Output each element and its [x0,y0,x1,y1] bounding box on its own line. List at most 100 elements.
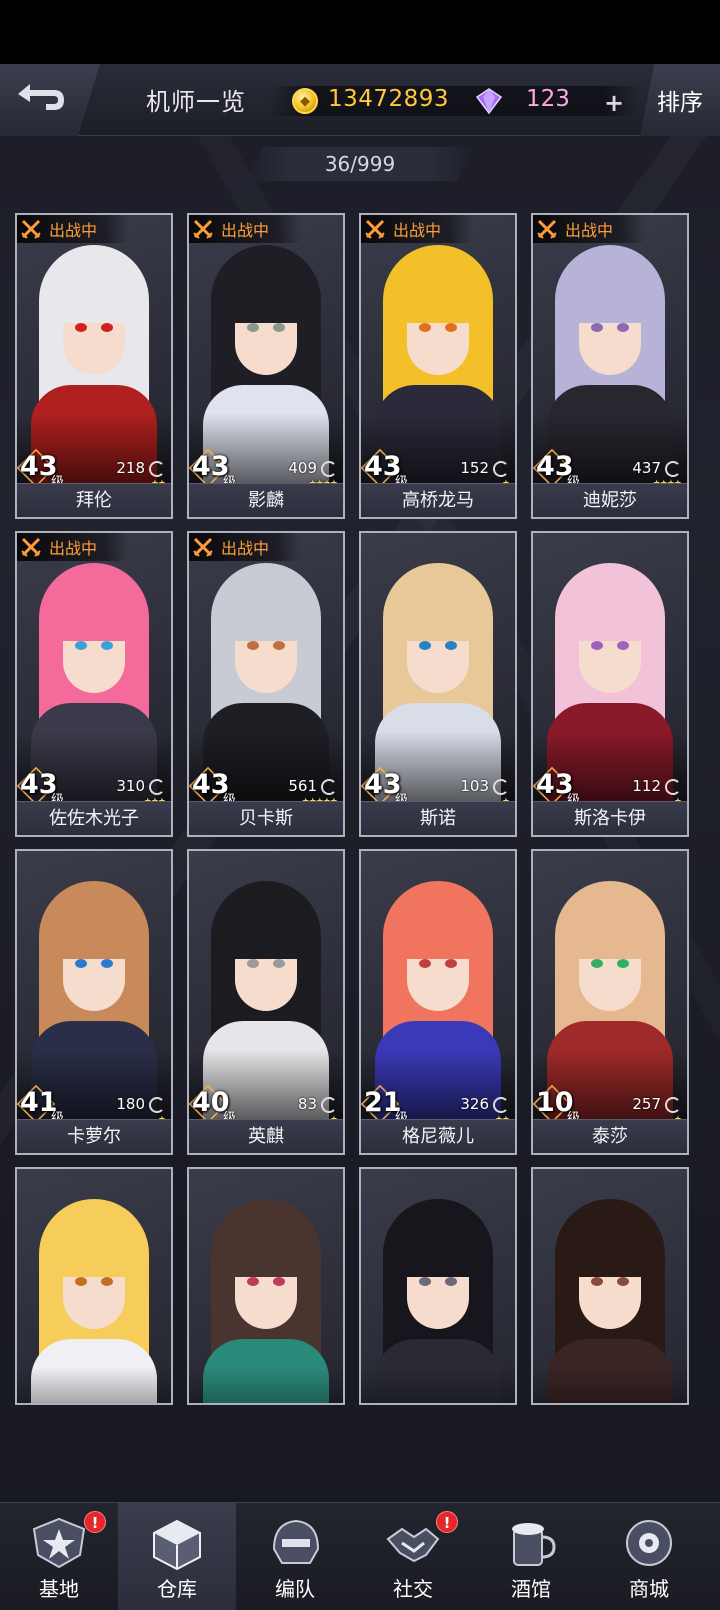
in-battle-label: 出战中 [49,539,98,558]
crossed-swords-icon [189,215,217,243]
pilot-power: 561 [288,777,317,795]
in-battle-tag: 出战中 [189,533,301,561]
in-battle-tag: 出战中 [17,533,129,561]
pilot-name: 佐佐木光子 [17,801,171,835]
nav-tab-label: 商城 [629,1577,669,1601]
top-bar: 机师一览 ◆ 13472893 123 + 排序 [0,64,720,136]
crossed-swords-icon [189,533,217,561]
pilot-power: 310 [116,777,145,795]
in-battle-tag: 出战中 [361,215,473,243]
coin-count: 13472893 [328,86,450,112]
nav-tab-label: 编队 [275,1577,315,1601]
pilot-portrait [361,851,515,1119]
gem-icon [475,88,503,115]
gold-coin-icon: ◆ [292,88,318,114]
pilot-portrait [189,851,343,1119]
in-battle-tag: 出战中 [189,215,301,243]
pilot-portrait [533,533,687,801]
pilot-portrait [189,1169,343,1403]
pilot-name: 卡萝尔 [17,1119,171,1153]
pilot-portrait [17,1169,171,1403]
pilot-portrait [17,533,171,801]
pilot-card[interactable]: 43级112★斯洛卡伊 [531,531,689,837]
pilot-portrait [189,533,343,801]
pilot-card[interactable] [187,1167,345,1405]
pilot-power: 257 [632,1095,661,1113]
shop-robot-icon [620,1515,678,1571]
in-battle-label: 出战中 [393,221,442,240]
power-gauge-icon [665,461,681,477]
pilot-card[interactable]: 21级326★★格尼薇儿 [359,849,517,1155]
nav-tab-1[interactable]: 仓库 [118,1503,236,1610]
pilot-card[interactable]: 出战中43级409★★★★影麟 [187,213,345,519]
add-gems-button[interactable]: + [604,89,624,117]
pilot-portrait [361,215,515,483]
pilot-portrait [17,215,171,483]
nav-tab-4[interactable]: 酒馆 [472,1503,590,1610]
pilot-card[interactable]: 出战中43级437★★★★迪妮莎 [531,213,689,519]
nav-tab-label: 基地 [39,1577,79,1601]
pilot-card[interactable] [359,1167,517,1405]
pilot-power: 326 [460,1095,489,1113]
pilot-card[interactable]: 出战中43级152★高桥龙马 [359,213,517,519]
nav-tab-0[interactable]: 基地! [0,1503,118,1610]
nav-tab-label: 仓库 [157,1577,197,1601]
pilot-card[interactable]: 出战中43级218★★拜伦 [15,213,173,519]
in-battle-tag: 出战中 [533,215,645,243]
crossed-swords-icon [533,215,561,243]
pilot-power: 103 [460,777,489,795]
pilot-portrait [533,851,687,1119]
pilot-card[interactable]: 出战中43级561★★★★★贝卡斯 [187,531,345,837]
nav-tab-label: 酒馆 [511,1577,551,1601]
pilot-card[interactable]: 43级103★斯诺 [359,531,517,837]
handshake-icon [384,1515,442,1571]
power-gauge-icon [493,779,509,795]
pilot-portrait [17,851,171,1119]
power-gauge-icon [321,1097,337,1113]
pilot-portrait [189,215,343,483]
pilot-card[interactable] [15,1167,173,1405]
pilot-name: 影麟 [189,483,343,517]
crossed-swords-icon [17,215,45,243]
pilot-name: 迪妮莎 [533,483,687,517]
warehouse-cube-icon [148,1515,206,1571]
power-gauge-icon [493,461,509,477]
crossed-swords-icon [361,215,389,243]
pilot-portrait [361,533,515,801]
power-gauge-icon [665,1097,681,1113]
pilot-card[interactable]: 10级257★泰莎 [531,849,689,1155]
pilot-name: 斯诺 [361,801,515,835]
pilot-power: 180 [116,1095,145,1113]
nav-tab-2[interactable]: 编队 [236,1503,354,1610]
pilot-power: 112 [632,777,661,795]
pilot-power: 218 [116,459,145,477]
pilot-card[interactable]: 41级180★卡萝尔 [15,849,173,1155]
in-battle-tag: 出战中 [17,215,129,243]
nav-tab-5[interactable]: 商城 [590,1503,708,1610]
pilot-name: 贝卡斯 [189,801,343,835]
power-gauge-icon [665,779,681,795]
status-bar [0,0,720,64]
pilot-name: 泰莎 [533,1119,687,1153]
power-gauge-icon [149,1097,165,1113]
power-gauge-icon [321,461,337,477]
nav-tab-label: 社交 [393,1577,433,1601]
crossed-swords-icon [17,533,45,561]
pilot-name: 英麒 [189,1119,343,1153]
pilot-card[interactable]: 出战中43级310★★★佐佐木光子 [15,531,173,837]
bottom-nav: 基地! 仓库 编队 社交! 酒馆 商城 [0,1502,720,1610]
notification-badge: ! [84,1511,106,1533]
gem-count: 123 [526,86,570,112]
formation-helmet-icon [266,1515,324,1571]
nav-tab-3[interactable]: 社交! [354,1503,472,1610]
pilot-card[interactable] [531,1167,689,1405]
pilot-power: 152 [460,459,489,477]
pilot-card[interactable]: 40级83★英麒 [187,849,345,1155]
power-gauge-icon [321,779,337,795]
pilot-name: 拜伦 [17,483,171,517]
page-title: 机师一览 [146,88,246,116]
power-gauge-icon [149,779,165,795]
pilot-portrait [533,215,687,483]
pilot-portrait [533,1169,687,1403]
in-battle-label: 出战中 [221,539,270,558]
